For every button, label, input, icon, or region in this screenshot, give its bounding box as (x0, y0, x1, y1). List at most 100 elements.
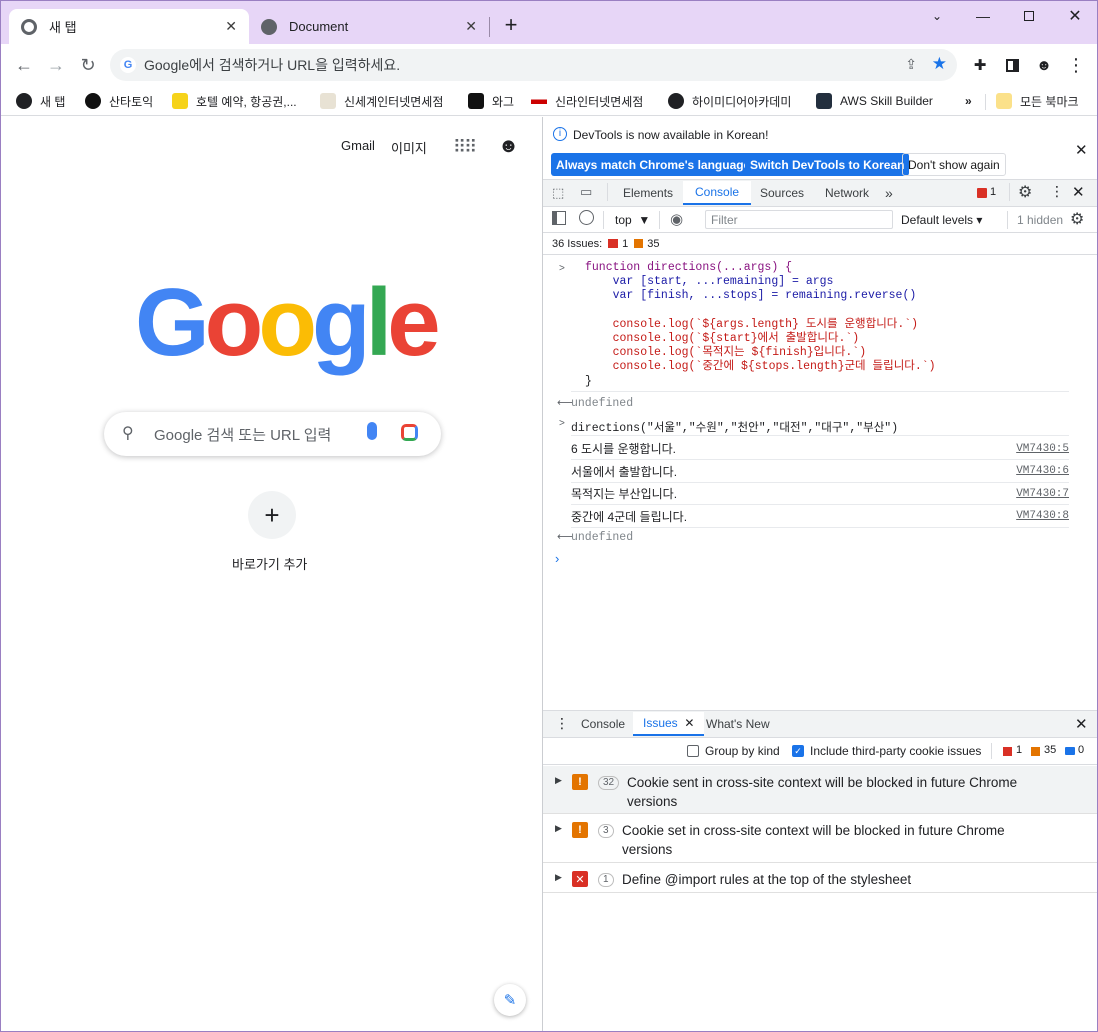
device-toolbar-icon[interactable]: ▭ (580, 184, 592, 200)
bookmark-item[interactable]: 호텔 예약, 항공권,... (172, 91, 297, 111)
expand-triangle-icon[interactable]: ▶ (555, 775, 562, 786)
new-tab-icon[interactable]: + (499, 13, 523, 37)
undefined-result: undefined (571, 531, 634, 544)
error-icon (977, 188, 987, 198)
code-line: var [start, ...remaining] = args (585, 275, 834, 289)
bookmarks-overflow[interactable]: » (965, 91, 972, 111)
bookmark-item[interactable]: 와그 (468, 91, 514, 111)
issues-toolbar: Group by kind ✓ Include third-party cook… (543, 738, 1097, 765)
warning-count: 35 (1044, 744, 1057, 756)
drawer-menu-icon[interactable]: ⋮ (555, 715, 569, 732)
include-third-party-checkbox[interactable]: ✓ (792, 745, 804, 757)
context-selector[interactable]: top ▼ (615, 213, 650, 227)
globe-icon (261, 18, 277, 35)
images-link[interactable]: 이미지 (391, 138, 427, 157)
bookmark-item[interactable]: 새 탭 (16, 91, 65, 111)
extensions-icon[interactable]: ✚ (966, 51, 994, 79)
customize-pencil-icon[interactable]: ✎ (494, 984, 526, 1016)
info-icon (1065, 747, 1075, 755)
hidden-count: 1 hidden (1017, 213, 1064, 227)
group-by-kind-checkbox[interactable] (687, 745, 699, 757)
dont-show-button[interactable]: Don't show again (902, 153, 1006, 176)
tab-search-icon[interactable]: ⌄ (914, 1, 960, 31)
maximize-icon[interactable] (1006, 1, 1052, 31)
warning-icon (634, 239, 644, 248)
all-bookmarks[interactable]: 모든 북마크 (996, 91, 1079, 111)
tab-new-tab[interactable]: 새 탭 ✕ (9, 9, 249, 44)
add-shortcut-label: 바로가기 추가 (232, 557, 308, 572)
always-match-button[interactable]: Always match Chrome's language (551, 153, 756, 176)
issue-row[interactable]: ▶! 32 Cookie sent in cross-site context wi… (543, 766, 1097, 814)
bookmark-item[interactable]: 산타토익 (85, 91, 153, 111)
tab-document[interactable]: Document ✕ (249, 9, 489, 44)
clear-console-icon[interactable] (579, 210, 594, 225)
omnibox[interactable]: G Google에서 검색하거나 URL을 입력하세요. ⇪ ★ (110, 49, 957, 81)
issue-row[interactable]: ▶ ✕ 1 Define @import rules at the top of th… (543, 863, 1097, 893)
bookmark-item[interactable]: AWS Skill Builder (816, 91, 933, 111)
minimize-icon[interactable]: — (960, 1, 1006, 31)
close-infobar-icon[interactable]: ✕ (1075, 141, 1088, 159)
reload-icon[interactable]: ↻ (74, 51, 102, 79)
prompt-chevron-icon[interactable]: › (555, 551, 559, 566)
more-tabs-icon[interactable]: » (885, 181, 893, 205)
issue-text: Cookie sent in cross-site context will b… (627, 775, 1018, 809)
close-devtools-icon[interactable]: ✕ (1072, 183, 1085, 201)
error-count[interactable]: 1 (990, 186, 996, 198)
voice-search-icon[interactable] (367, 422, 377, 440)
bookmark-item[interactable]: 신라인터넷면세점 (531, 91, 643, 111)
filter-input[interactable]: Filter (705, 210, 893, 229)
log-source-link[interactable]: VM7430:6 (1016, 465, 1069, 477)
bookmark-item[interactable]: 하이미디어아카데미 (668, 91, 791, 111)
log-source-link[interactable]: VM7430:8 (1016, 510, 1069, 522)
tab-console[interactable]: Console (683, 181, 752, 205)
side-panel-icon[interactable] (998, 51, 1026, 79)
code-line: console.log(`목적지는 ${finish}입니다.`) (585, 346, 867, 360)
chrome-icon (21, 18, 37, 35)
switch-korean-button[interactable]: Switch DevTools to Korean (745, 153, 910, 176)
inspect-element-icon[interactable]: ⬚ (552, 185, 564, 201)
add-shortcut-button[interactable]: + (248, 491, 296, 539)
close-tab-icon[interactable]: ✕ (465, 18, 477, 35)
close-tab-icon[interactable]: ✕ (684, 716, 694, 730)
profile-avatar[interactable]: ☻ (498, 135, 519, 158)
log-line: 6 도시를 운행합니다. VM7430:5 (571, 438, 1069, 460)
apps-grid-icon[interactable]: ⠿⠿ (453, 137, 477, 158)
close-drawer-icon[interactable]: ✕ (1075, 715, 1088, 733)
call-line[interactable]: directions("서울","수원","천안","대전","대구","부산"… (571, 419, 898, 435)
expand-triangle-icon[interactable]: ▶ (555, 872, 562, 883)
log-line: 서울에서 출발합니다. VM7430:6 (571, 461, 1069, 483)
share-icon[interactable]: ⇪ (905, 56, 917, 73)
log-source-link[interactable]: VM7430:7 (1016, 488, 1069, 500)
bookmark-star-icon[interactable]: ★ (932, 54, 947, 74)
gmail-link[interactable]: Gmail (341, 138, 375, 153)
ntp-search-box[interactable]: ⚲ Google 검색 또는 URL 입력 (104, 412, 441, 456)
drawer-tab-issues[interactable]: Issues ✕ (633, 712, 705, 736)
code-block[interactable]: function directions(...args) { var [star… (585, 261, 936, 389)
expand-triangle-icon[interactable]: ▶ (555, 823, 562, 834)
drawer-tab-console[interactable]: Console (581, 712, 625, 736)
issue-row[interactable]: ▶! 3 Cookie set in cross-site context will… (543, 814, 1097, 863)
settings-gear-icon[interactable]: ⚙ (1018, 182, 1032, 202)
profile-avatar[interactable]: ☻ (1030, 51, 1058, 79)
tab-elements[interactable]: Elements (623, 181, 673, 205)
divider (571, 435, 1069, 436)
log-source-link[interactable]: VM7430:5 (1016, 443, 1069, 455)
live-expression-eye-icon[interactable]: ◉ (670, 210, 683, 228)
back-icon[interactable]: ← (10, 51, 38, 79)
menu-icon[interactable]: ⋮ (1062, 51, 1090, 79)
bookmark-item[interactable]: 신세계인터넷면세점 (320, 91, 443, 111)
issues-summary[interactable]: 36 Issues: 1 35 (543, 233, 1097, 255)
drawer-tab-whats-new[interactable]: What's New (706, 712, 770, 736)
close-window-icon[interactable]: ✕ (1052, 1, 1097, 31)
lens-icon[interactable] (401, 424, 418, 441)
more-options-icon[interactable]: ⋮ (1050, 183, 1064, 200)
forward-icon[interactable]: → (42, 51, 70, 79)
close-tab-icon[interactable]: ✕ (225, 18, 237, 35)
tab-network[interactable]: Network (825, 181, 869, 205)
console-settings-icon[interactable]: ⚙ (1070, 209, 1084, 229)
levels-dropdown[interactable]: Default levels ▾ (901, 213, 982, 227)
aws-icon (816, 93, 832, 109)
tab-sources[interactable]: Sources (760, 181, 804, 205)
sidebar-toggle-icon[interactable] (552, 211, 566, 225)
google-g-icon: G (120, 57, 136, 73)
